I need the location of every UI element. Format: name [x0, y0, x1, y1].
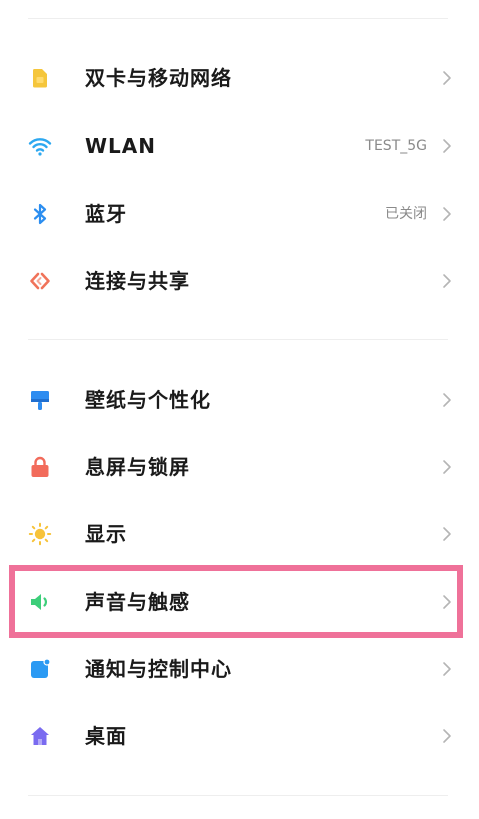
chevron-right-icon — [441, 206, 453, 222]
settings-item-bluetooth[interactable]: 蓝牙 已关闭 — [0, 184, 479, 244]
bluetooth-icon — [28, 202, 52, 226]
settings-item-label: WLAN — [85, 134, 157, 158]
settings-item-value: 已关闭 — [385, 206, 427, 222]
chevron-right-icon — [441, 138, 453, 154]
settings-item-notifications[interactable]: 通知与控制中心 — [0, 639, 479, 699]
settings-item-display[interactable]: 显示 — [0, 504, 479, 564]
share-icon — [28, 269, 52, 293]
lock-icon — [28, 455, 52, 479]
settings-item-label: 显示 — [85, 522, 127, 546]
paint-brush-icon — [28, 388, 52, 412]
settings-item-lock-screen[interactable]: 息屏与锁屏 — [0, 437, 479, 497]
wifi-icon — [28, 134, 52, 158]
bottom-divider — [28, 795, 448, 796]
chevron-right-icon — [441, 273, 453, 289]
settings-item-wlan[interactable]: WLAN TEST_5G — [0, 116, 479, 176]
settings-item-label: 蓝牙 — [85, 202, 127, 226]
settings-item-connection-sharing[interactable]: 连接与共享 — [0, 251, 479, 311]
sun-icon — [28, 522, 52, 546]
settings-item-home-screen[interactable]: 桌面 — [0, 706, 479, 766]
sim-card-icon — [28, 66, 52, 90]
chevron-right-icon — [441, 70, 453, 86]
settings-item-label: 连接与共享 — [85, 269, 190, 293]
chevron-right-icon — [441, 392, 453, 408]
settings-item-label: 桌面 — [85, 724, 127, 748]
settings-item-value: TEST_5G — [365, 138, 427, 154]
chevron-right-icon — [441, 728, 453, 744]
settings-item-label: 壁纸与个性化 — [85, 388, 211, 412]
chevron-right-icon — [441, 661, 453, 677]
chevron-right-icon — [441, 459, 453, 475]
settings-item-label: 通知与控制中心 — [85, 657, 232, 681]
section-divider — [28, 339, 448, 340]
notification-icon — [28, 657, 52, 681]
home-icon — [28, 724, 52, 748]
settings-item-dual-sim[interactable]: 双卡与移动网络 — [0, 48, 479, 108]
highlight-box — [9, 565, 463, 638]
top-divider — [28, 18, 448, 19]
settings-item-label: 息屏与锁屏 — [85, 455, 190, 479]
settings-item-label: 双卡与移动网络 — [85, 66, 232, 90]
chevron-right-icon — [441, 526, 453, 542]
settings-item-wallpaper[interactable]: 壁纸与个性化 — [0, 370, 479, 430]
